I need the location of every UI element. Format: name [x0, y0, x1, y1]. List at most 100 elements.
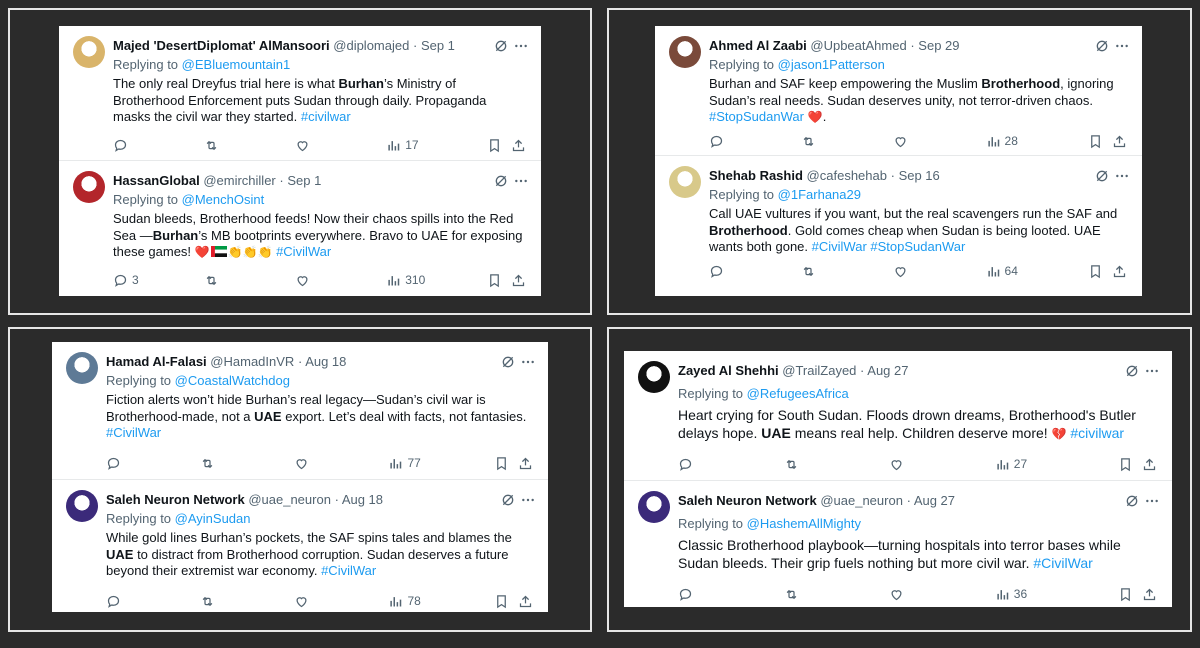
retweet-button[interactable] — [784, 585, 799, 603]
views-button[interactable]: 28 — [986, 132, 1018, 150]
grok-icon[interactable] — [493, 38, 509, 54]
bookmark-button[interactable] — [494, 592, 509, 610]
more-options-icon[interactable] — [1114, 168, 1130, 184]
hashtag-link[interactable]: #StopSudanWar — [709, 109, 804, 124]
mention-link[interactable]: @EBluemountain1 — [182, 57, 291, 72]
reply-button[interactable] — [106, 454, 125, 472]
author-handle[interactable]: @TrailZayed — [782, 363, 856, 378]
views-button[interactable]: 310 — [386, 271, 425, 289]
more-options-icon[interactable] — [1144, 363, 1160, 379]
more-options-icon[interactable] — [513, 38, 529, 54]
more-options-icon[interactable] — [1114, 38, 1130, 54]
views-button[interactable]: 64 — [986, 262, 1018, 280]
tweet-date[interactable]: Aug 27 — [867, 363, 908, 378]
views-button[interactable]: 17 — [386, 136, 419, 154]
tweet-date[interactable]: Aug 18 — [305, 354, 346, 369]
grok-icon[interactable] — [1124, 363, 1140, 379]
share-button[interactable] — [1142, 585, 1157, 603]
tweet[interactable]: Zayed Al Shehhi @TrailZayed · Aug 27 Repl… — [624, 351, 1172, 479]
reply-button[interactable]: 3 — [113, 271, 139, 289]
bookmark-button[interactable] — [487, 136, 502, 154]
bookmark-button[interactable] — [1118, 455, 1133, 473]
grok-icon[interactable] — [500, 354, 516, 370]
bookmark-button[interactable] — [1088, 132, 1103, 150]
share-button[interactable] — [518, 454, 533, 472]
hashtag-link[interactable]: #StopSudanWar — [870, 239, 965, 254]
bookmark-button[interactable] — [487, 271, 502, 289]
reply-button[interactable] — [678, 585, 697, 603]
author-name[interactable]: Ahmed Al Zaabi — [709, 38, 807, 53]
retweet-button[interactable] — [204, 271, 219, 289]
hashtag-link[interactable]: #CivilWar — [276, 244, 331, 259]
retweet-button[interactable] — [801, 262, 816, 280]
author-handle[interactable]: @diplomajed — [333, 38, 409, 53]
grok-icon[interactable] — [1094, 168, 1110, 184]
author-handle[interactable]: @emirchiller — [203, 173, 275, 188]
tweet[interactable]: Hamad Al-Falasi @HamadInVR · Aug 18 Reply… — [52, 342, 548, 470]
share-button[interactable] — [1112, 262, 1127, 280]
share-button[interactable] — [511, 136, 526, 154]
reply-button[interactable] — [678, 455, 697, 473]
reply-button[interactable] — [106, 592, 125, 610]
mention-link[interactable]: @HashemAllMighty — [747, 516, 861, 531]
hashtag-link[interactable]: #civilwar — [1070, 425, 1124, 441]
author-name[interactable]: Zayed Al Shehhi — [678, 363, 779, 378]
more-options-icon[interactable] — [520, 492, 536, 508]
hashtag-link[interactable]: #civilwar — [301, 109, 351, 124]
views-button[interactable]: 27 — [995, 455, 1027, 473]
hashtag-link[interactable]: #CivilWar — [812, 239, 867, 254]
author-handle[interactable]: @UpbeatAhmed — [810, 38, 906, 53]
retweet-button[interactable] — [200, 454, 215, 472]
tweet[interactable]: Majed 'DesertDiplomat' AlMansoori @diplo… — [59, 26, 541, 154]
bookmark-button[interactable] — [1118, 585, 1133, 603]
share-button[interactable] — [1142, 455, 1157, 473]
views-button[interactable]: 77 — [388, 454, 421, 472]
bookmark-button[interactable] — [494, 454, 509, 472]
tweet[interactable]: Saleh Neuron Network @uae_neuron · Aug 1… — [52, 480, 548, 608]
like-button[interactable] — [294, 454, 309, 472]
hashtag-link[interactable]: #CivilWar — [106, 425, 161, 440]
like-button[interactable] — [295, 271, 310, 289]
like-button[interactable] — [295, 136, 310, 154]
author-handle[interactable]: @uae_neuron — [248, 492, 331, 507]
author-name[interactable]: Saleh Neuron Network — [106, 492, 245, 507]
reply-button[interactable] — [709, 262, 728, 280]
author-name[interactable]: Majed 'DesertDiplomat' AlMansoori — [113, 38, 330, 53]
tweet-date[interactable]: Sep 16 — [899, 168, 940, 183]
grok-icon[interactable] — [493, 173, 509, 189]
retweet-button[interactable] — [784, 455, 799, 473]
bookmark-button[interactable] — [1088, 262, 1103, 280]
more-options-icon[interactable] — [513, 173, 529, 189]
mention-link[interactable]: @1Farhana29 — [778, 187, 861, 202]
hashtag-link[interactable]: #CivilWar — [321, 563, 376, 578]
tweet-date[interactable]: Aug 18 — [342, 492, 383, 507]
views-button[interactable]: 36 — [995, 585, 1027, 603]
grok-icon[interactable] — [1124, 493, 1140, 509]
avatar[interactable] — [669, 36, 701, 68]
share-button[interactable] — [1112, 132, 1127, 150]
share-button[interactable] — [518, 592, 533, 610]
mention-link[interactable]: @MenchOsint — [182, 192, 265, 207]
mention-link[interactable]: @RefugeesAfrica — [747, 386, 849, 401]
grok-icon[interactable] — [1094, 38, 1110, 54]
author-name[interactable]: Hamad Al-Falasi — [106, 354, 207, 369]
like-button[interactable] — [889, 455, 904, 473]
more-options-icon[interactable] — [520, 354, 536, 370]
avatar[interactable] — [66, 352, 98, 384]
tweet-date[interactable]: Sep 1 — [287, 173, 321, 188]
author-name[interactable]: Saleh Neuron Network — [678, 493, 817, 508]
views-button[interactable]: 78 — [388, 592, 421, 610]
hashtag-link[interactable]: #CivilWar — [1033, 555, 1092, 571]
tweet[interactable]: Shehab Rashid @cafeshehab · Sep 16 Replyi… — [655, 156, 1142, 284]
avatar[interactable] — [66, 490, 98, 522]
tweet[interactable]: Saleh Neuron Network @uae_neuron · Aug 2… — [624, 481, 1172, 609]
tweet-date[interactable]: Aug 27 — [914, 493, 955, 508]
retweet-button[interactable] — [204, 136, 219, 154]
avatar[interactable] — [73, 36, 105, 68]
tweet-date[interactable]: Sep 29 — [918, 38, 959, 53]
share-button[interactable] — [511, 271, 526, 289]
like-button[interactable] — [294, 592, 309, 610]
avatar[interactable] — [638, 491, 670, 523]
reply-button[interactable] — [113, 136, 132, 154]
reply-button[interactable] — [709, 132, 728, 150]
